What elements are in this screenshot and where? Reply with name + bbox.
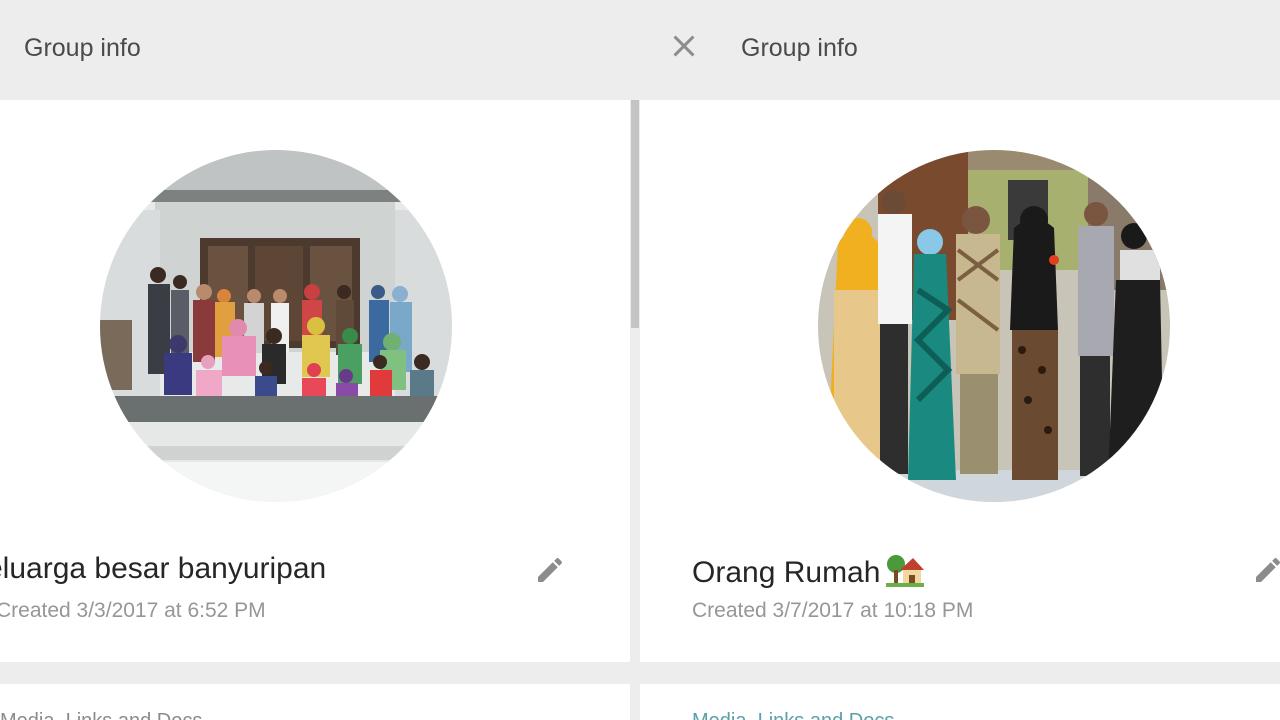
group-info-panel-left: Group info eluarga besar banyuripan Crea… <box>0 0 640 720</box>
group-photo-image <box>818 150 1170 502</box>
pencil-icon <box>538 557 563 582</box>
group-name: Orang Rumah <box>692 552 925 590</box>
media-section-label: Media, Links and Docs <box>692 710 894 720</box>
media-section-card[interactable]: Media, Links and Docs <box>640 684 1280 720</box>
group-name-text: Orang Rumah <box>692 556 881 589</box>
group-avatar[interactable] <box>100 150 452 502</box>
group-info-panel-right: Group info Orang Rumah Created 3/7/2017 … <box>640 0 1280 720</box>
media-section-card[interactable]: Media, Links and Docs <box>0 684 630 720</box>
house-with-garden-icon <box>886 552 925 588</box>
group-avatar[interactable] <box>818 150 1170 502</box>
panel-header: Group info <box>0 0 640 100</box>
group-created-date: Created 3/7/2017 at 10:18 PM <box>692 599 974 622</box>
scrollbar-thumb[interactable] <box>631 100 639 328</box>
panel-header: Group info <box>640 0 1280 100</box>
group-name: eluarga besar banyuripan <box>0 552 327 585</box>
edit-group-name-button[interactable] <box>534 554 566 586</box>
edit-group-name-button[interactable] <box>1252 554 1280 586</box>
panel-title: Group info <box>24 34 141 62</box>
close-button[interactable] <box>666 28 702 64</box>
pencil-icon <box>1256 557 1280 582</box>
media-section-label: Media, Links and Docs <box>0 710 202 720</box>
close-icon <box>673 35 695 57</box>
group-photo-image <box>100 150 452 502</box>
panel-title: Group info <box>741 34 858 62</box>
group-created-date: Created 3/3/2017 at 6:52 PM <box>0 599 266 622</box>
